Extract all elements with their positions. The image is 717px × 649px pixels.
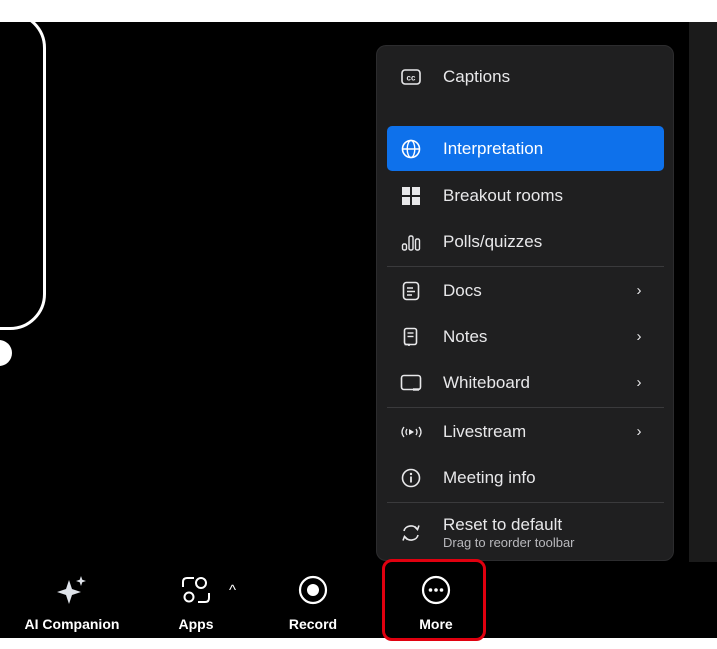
menu-item-whiteboard[interactable]: Whiteboard › bbox=[387, 360, 664, 405]
more-menu: cc Captions Interpretation Breakout room… bbox=[376, 45, 674, 561]
whiteboard-icon bbox=[399, 371, 423, 395]
menu-item-label: Captions bbox=[443, 66, 511, 86]
menu-item-label: Whiteboard bbox=[443, 372, 530, 392]
info-icon bbox=[399, 466, 423, 490]
more-button[interactable]: More bbox=[404, 562, 468, 638]
chevron-right-icon: › bbox=[636, 328, 642, 345]
reset-sublabel: Drag to reorder toolbar bbox=[443, 535, 575, 551]
menu-item-docs[interactable]: Docs › bbox=[387, 268, 664, 313]
side-panel-edge bbox=[689, 22, 717, 562]
ai-companion-label: AI Companion bbox=[24, 616, 120, 632]
video-tile bbox=[0, 22, 46, 330]
menu-item-label: Docs bbox=[443, 280, 482, 300]
captions-icon: cc bbox=[399, 65, 423, 89]
polls-icon bbox=[399, 230, 423, 254]
chevron-right-icon: › bbox=[636, 374, 642, 391]
record-button[interactable]: Record bbox=[280, 562, 346, 638]
menu-item-label: Livestream bbox=[443, 421, 527, 441]
menu-item-breakout-rooms[interactable]: Breakout rooms bbox=[387, 173, 664, 218]
docs-icon bbox=[399, 279, 423, 303]
menu-divider bbox=[387, 266, 664, 267]
breakout-rooms-icon bbox=[399, 184, 423, 208]
sparkle-icon bbox=[55, 568, 89, 612]
svg-text:cc: cc bbox=[407, 73, 416, 82]
menu-item-interpretation[interactable]: Interpretation bbox=[387, 126, 664, 171]
apps-label: Apps bbox=[178, 616, 214, 632]
menu-item-livestream[interactable]: Livestream › bbox=[387, 409, 664, 454]
record-label: Record bbox=[288, 616, 338, 632]
menu-divider bbox=[387, 407, 664, 408]
globe-icon bbox=[399, 137, 423, 161]
chevron-right-icon: › bbox=[636, 282, 642, 299]
chevron-up-icon[interactable]: ^ bbox=[229, 582, 236, 599]
menu-item-label: Meeting info bbox=[443, 467, 536, 487]
video-tile-handle bbox=[0, 340, 12, 366]
ai-companion-button[interactable]: AI Companion bbox=[16, 562, 128, 638]
record-icon bbox=[297, 568, 329, 612]
menu-divider bbox=[387, 502, 664, 503]
menu-item-meeting-info[interactable]: Meeting info bbox=[387, 455, 664, 500]
livestream-icon bbox=[399, 420, 423, 444]
reset-icon bbox=[399, 521, 423, 545]
apps-icon bbox=[180, 568, 212, 612]
menu-item-label: Interpretation bbox=[443, 138, 544, 158]
reset-label: Reset to default bbox=[443, 514, 563, 534]
chevron-right-icon: › bbox=[636, 423, 642, 440]
menu-item-label: Breakout rooms bbox=[443, 185, 563, 205]
meeting-toolbar: AI Companion Apps ^ Record More bbox=[0, 562, 717, 638]
meeting-stage: cc Captions Interpretation Breakout room… bbox=[0, 22, 717, 638]
menu-item-notes[interactable]: Notes › bbox=[387, 314, 664, 359]
menu-item-reset-to-default[interactable]: Reset to default Drag to reorder toolbar bbox=[387, 504, 664, 562]
menu-item-captions[interactable]: cc Captions bbox=[387, 54, 664, 99]
more-icon bbox=[420, 568, 452, 612]
menu-item-label: Notes bbox=[443, 326, 488, 346]
notes-icon bbox=[399, 325, 423, 349]
more-label: More bbox=[419, 616, 453, 632]
menu-item-label: Polls/quizzes bbox=[443, 231, 543, 251]
menu-item-polls-quizzes[interactable]: Polls/quizzes bbox=[387, 219, 664, 264]
apps-button[interactable]: Apps bbox=[168, 562, 224, 638]
